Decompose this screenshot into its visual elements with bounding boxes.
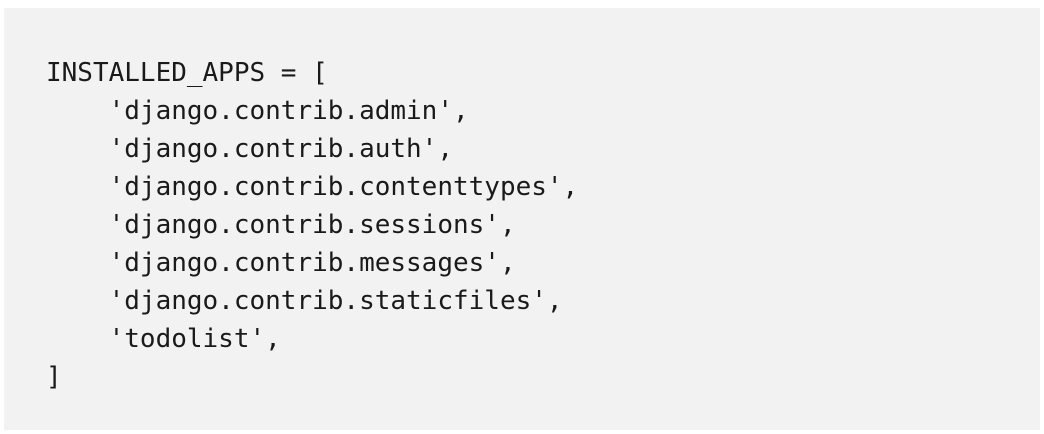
code-line-3: 'django.contrib.auth', xyxy=(46,130,1040,168)
code-line-1-text: INSTALLED_APPS = [ xyxy=(46,58,328,88)
code-line-2: 'django.contrib.admin', xyxy=(46,92,1040,130)
code-line-8-text: 'todolist', xyxy=(108,324,281,354)
code-line-9: ] xyxy=(46,358,1040,396)
code-line-7-text: 'django.contrib.staticfiles', xyxy=(108,286,563,316)
code-line-6-text: 'django.contrib.messages', xyxy=(108,248,516,278)
code-line-1: INSTALLED_APPS = [ xyxy=(46,54,1040,92)
code-line-5: 'django.contrib.sessions', xyxy=(46,206,1040,244)
code-line-7: 'django.contrib.staticfiles', xyxy=(46,282,1040,320)
code-block: INSTALLED_APPS = [ 'django.contrib.admin… xyxy=(4,8,1040,430)
code-line-5-text: 'django.contrib.sessions', xyxy=(108,210,516,240)
code-line-9-text: ] xyxy=(46,362,62,392)
code-line-8: 'todolist', xyxy=(46,320,1040,358)
code-line-2-text: 'django.contrib.admin', xyxy=(108,96,469,126)
code-line-4-text: 'django.contrib.contenttypes', xyxy=(108,172,579,202)
code-line-3-text: 'django.contrib.auth', xyxy=(108,134,453,164)
code-line-4: 'django.contrib.contenttypes', xyxy=(46,168,1040,206)
code-line-6: 'django.contrib.messages', xyxy=(46,244,1040,282)
